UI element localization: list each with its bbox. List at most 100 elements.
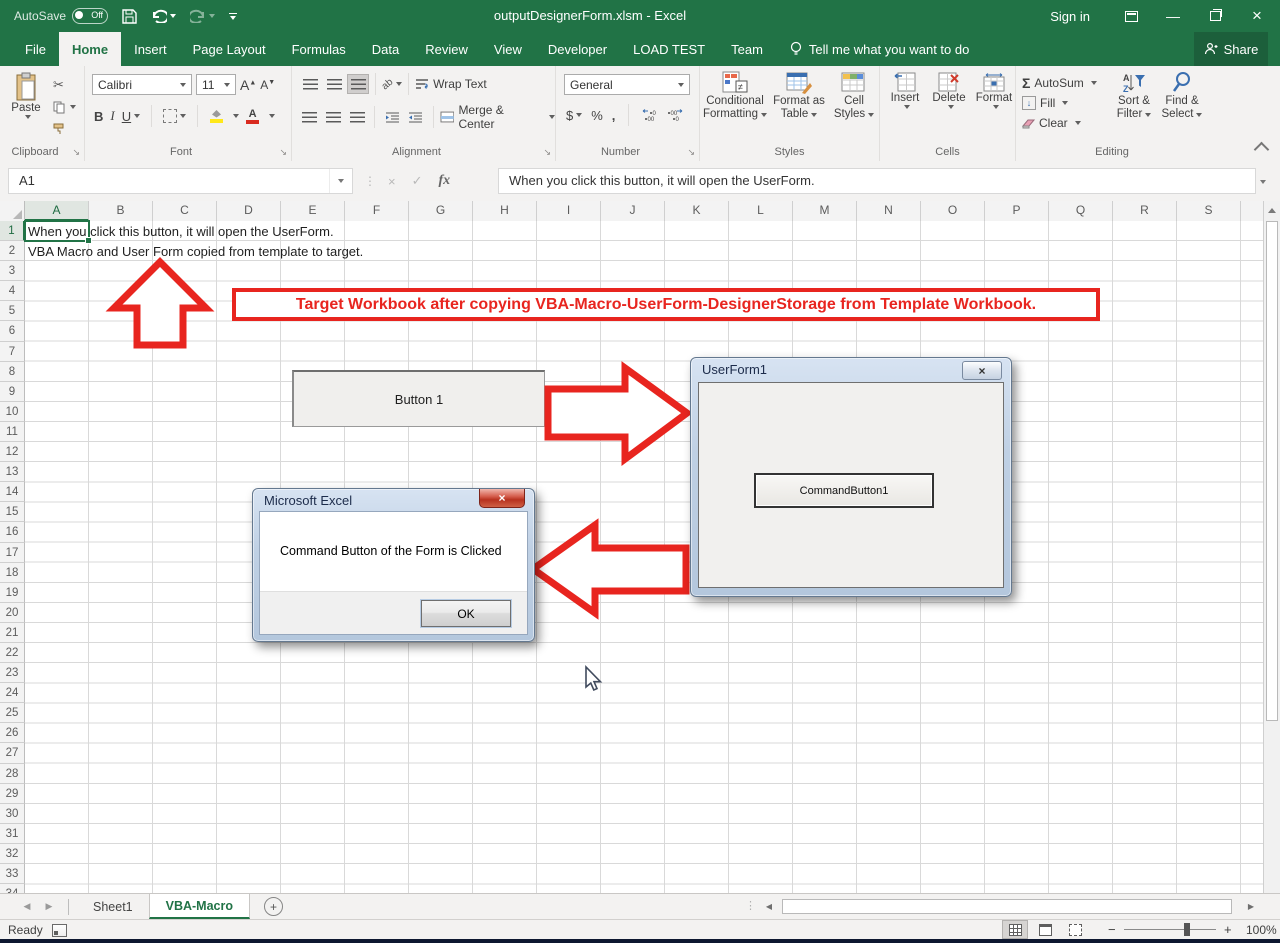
row-header-23[interactable]: 23	[0, 663, 25, 684]
row-header-24[interactable]: 24	[0, 683, 25, 704]
tab-formulas[interactable]: Formulas	[279, 32, 359, 66]
grid-cells[interactable]	[25, 221, 1263, 893]
align-bottom-button[interactable]	[347, 74, 369, 94]
scroll-left-button[interactable]: ◀	[760, 898, 778, 915]
sheet-tab-sheet1[interactable]: Sheet1	[77, 894, 149, 919]
column-header-c[interactable]: C	[153, 201, 217, 221]
row-header-33[interactable]: 33	[0, 864, 25, 885]
align-right-button[interactable]	[346, 107, 368, 127]
column-header-partial[interactable]	[1241, 201, 1263, 221]
tab-review[interactable]: Review	[412, 32, 481, 66]
row-header-8[interactable]: 8	[0, 361, 25, 382]
font-size-combo[interactable]: 11	[196, 74, 236, 95]
row-header-22[interactable]: 22	[0, 642, 25, 664]
save-button[interactable]	[122, 8, 137, 24]
row-header-16[interactable]: 16	[0, 522, 25, 543]
autosave-toggle[interactable]: AutoSave Off	[14, 8, 109, 24]
row-header-15[interactable]: 15	[0, 502, 25, 523]
formula-input[interactable]: When you click this button, it will open…	[498, 168, 1256, 194]
font-family-combo[interactable]: Calibri	[92, 74, 192, 95]
row-header-30[interactable]: 30	[0, 803, 25, 824]
align-top-button[interactable]	[299, 74, 321, 94]
merge-center-button[interactable]: Merge & Center	[440, 103, 555, 131]
row-header-10[interactable]: 10	[0, 401, 25, 422]
msgbox-close-button[interactable]: ×	[479, 489, 525, 508]
row-header-3[interactable]: 3	[0, 261, 25, 282]
increase-font-size-button[interactable]: A▲	[240, 77, 256, 93]
sheet-form-button[interactable]: Button 1	[292, 370, 545, 427]
row-header-20[interactable]: 20	[0, 602, 25, 623]
row-header-28[interactable]: 28	[0, 763, 25, 784]
decrease-decimal-button[interactable]: 00 0	[667, 108, 683, 122]
customize-qat-button[interactable]	[229, 12, 238, 20]
tab-developer[interactable]: Developer	[535, 32, 620, 66]
tab-view[interactable]: View	[481, 32, 535, 66]
normal-view-button[interactable]	[1002, 920, 1028, 939]
row-header-7[interactable]: 7	[0, 341, 25, 362]
decrease-font-size-button[interactable]: A▼	[260, 78, 275, 92]
bold-button[interactable]: B	[94, 109, 103, 124]
column-header-f[interactable]: F	[345, 201, 409, 221]
font-color-button[interactable]: A	[246, 108, 260, 124]
underline-button[interactable]: U	[122, 109, 141, 124]
row-header-11[interactable]: 11	[0, 421, 25, 443]
paste-button[interactable]: Paste	[6, 72, 46, 119]
insert-cells-button[interactable]: Insert	[884, 72, 926, 109]
format-painter-button[interactable]	[50, 118, 79, 140]
name-box-dropdown[interactable]	[329, 169, 352, 193]
macro-recording-icon[interactable]	[52, 924, 67, 937]
row-header-19[interactable]: 19	[0, 582, 25, 603]
undo-button[interactable]	[151, 9, 177, 23]
find-select-button[interactable]: Find & Select	[1160, 71, 1204, 121]
vertical-scrollbar-thumb[interactable]	[1266, 221, 1278, 721]
format-as-table-button[interactable]: Format as Table	[769, 71, 829, 121]
redo-button[interactable]	[190, 9, 216, 23]
accounting-format-button[interactable]: $	[566, 108, 583, 123]
tab-insert[interactable]: Insert	[121, 32, 180, 66]
ok-button[interactable]: OK	[421, 600, 511, 627]
fill-color-button[interactable]	[209, 109, 223, 123]
italic-button[interactable]: I	[110, 108, 114, 124]
sign-in-link[interactable]: Sign in	[1050, 9, 1090, 24]
percent-style-button[interactable]: %	[591, 108, 603, 123]
tab-page-layout[interactable]: Page Layout	[180, 32, 279, 66]
column-header-a[interactable]: A	[25, 201, 89, 221]
column-header-q[interactable]: Q	[1049, 201, 1113, 221]
row-header-25[interactable]: 25	[0, 703, 25, 724]
column-header-d[interactable]: D	[217, 201, 281, 221]
vertical-scrollbar[interactable]	[1263, 201, 1280, 893]
formula-bar-handle[interactable]: ⋮	[364, 174, 376, 188]
column-header-j[interactable]: J	[601, 201, 665, 221]
autosave-pill-icon[interactable]: Off	[72, 8, 109, 24]
row-header-2[interactable]: 2	[0, 241, 25, 262]
zoom-slider-handle[interactable]	[1184, 923, 1190, 936]
row-header-31[interactable]: 31	[0, 823, 25, 844]
horizontal-scrollbar-thumb[interactable]	[782, 899, 1232, 914]
page-layout-view-button[interactable]	[1032, 920, 1058, 939]
row-header-27[interactable]: 27	[0, 743, 25, 764]
active-cell-selection[interactable]	[24, 220, 92, 244]
borders-button[interactable]	[163, 109, 187, 123]
delete-cells-button[interactable]: Delete	[928, 72, 970, 109]
row-header-34[interactable]: 34	[0, 884, 25, 893]
select-all-corner[interactable]	[0, 201, 25, 221]
tell-me-box[interactable]: Tell me what you want to do	[790, 32, 969, 66]
column-header-r[interactable]: R	[1113, 201, 1177, 221]
increase-indent-button[interactable]	[405, 107, 427, 127]
row-header-21[interactable]: 21	[0, 622, 25, 643]
copy-button[interactable]	[50, 96, 79, 118]
align-center-button[interactable]	[323, 107, 345, 127]
cancel-entry-button[interactable]: ×	[388, 174, 396, 189]
row-header-9[interactable]: 9	[0, 381, 25, 402]
restore-button[interactable]	[1200, 0, 1230, 32]
next-sheet-button[interactable]: ▶	[38, 901, 60, 912]
column-header-i[interactable]: I	[537, 201, 601, 221]
wrap-text-button[interactable]: Wrap Text	[415, 77, 487, 91]
orientation-button[interactable]: ab	[380, 76, 403, 92]
align-middle-button[interactable]	[323, 74, 345, 94]
name-box[interactable]: A1	[8, 168, 353, 194]
number-dialog-launcher[interactable]: ↘	[687, 148, 695, 157]
row-header-4[interactable]: 4	[0, 281, 25, 302]
increase-decimal-button[interactable]: 0 00	[642, 108, 658, 122]
zoom-in-button[interactable]: +	[1224, 922, 1232, 937]
